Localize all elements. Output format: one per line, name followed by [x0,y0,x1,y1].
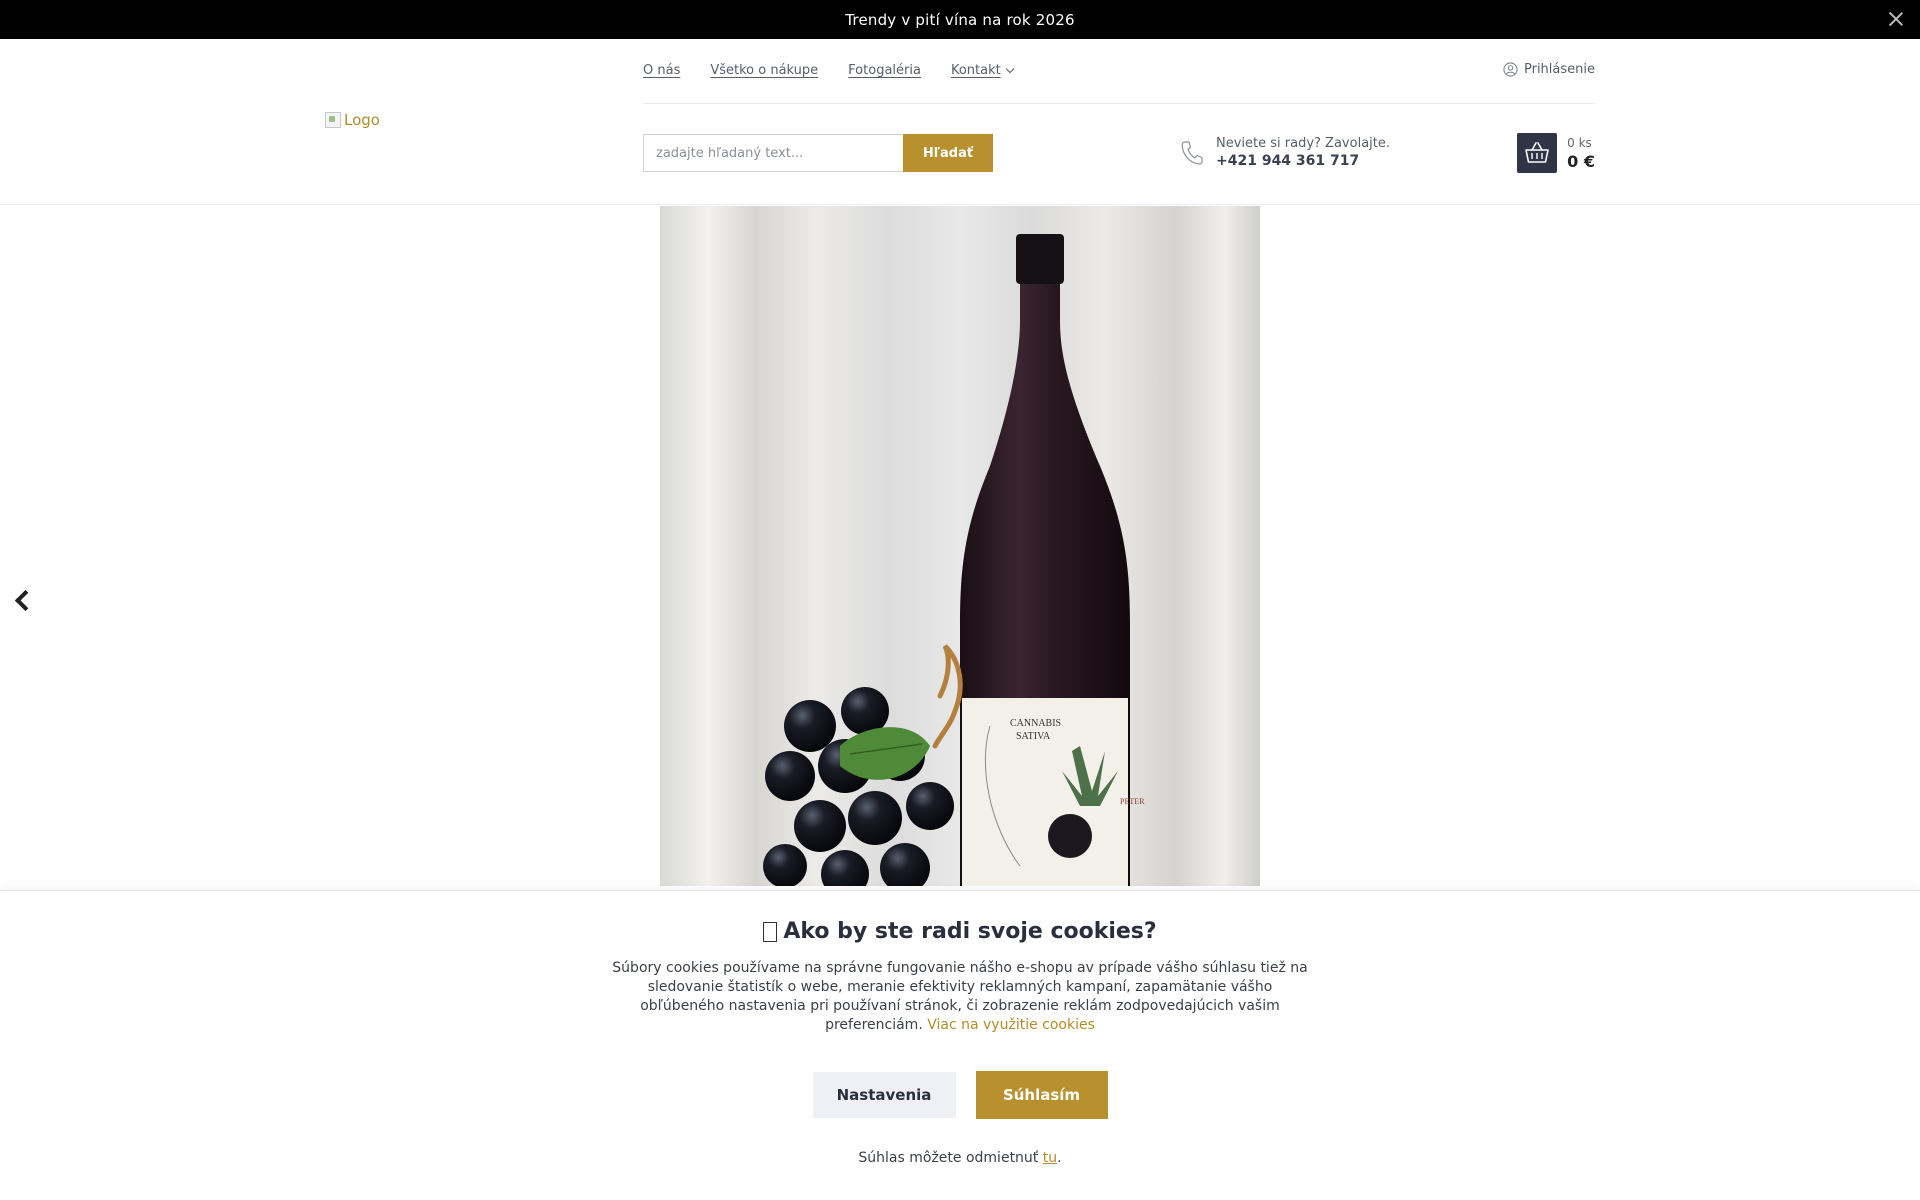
nav-label: O nás [643,63,681,78]
phone-prompt: Neviete si rady? Zavolajte. [1216,136,1390,151]
header-container: Logo O nás Všetko o nákupe Fotogaléria K… [325,39,1595,205]
cookie-icon [763,921,778,942]
header-bottom-border [0,204,1920,205]
nav-label: Fotogaléria [848,63,921,78]
cookie-buttons: Nastavenia Súhlasím [0,1071,1920,1119]
cookie-banner: Ako by ste radi svoje cookies? Súbory co… [0,890,1920,1200]
cookie-refuse-link[interactable]: tu [1043,1150,1057,1166]
header-divider [643,103,1595,104]
cookie-more-link[interactable]: Viac na využitie cookies [927,1017,1095,1033]
cart-summary: 0 ks 0 € [1567,136,1595,171]
cookie-title: Ako by ste radi svoje cookies? [0,919,1920,944]
phone-text: Neviete si rady? Zavolajte. +421 944 361… [1216,136,1390,169]
nav-item-o-nas[interactable]: O nás [643,63,680,78]
cookie-agree-button[interactable]: Súhlasím [975,1071,1108,1119]
phone-icon [1181,140,1203,165]
close-icon[interactable] [1886,9,1906,29]
logo[interactable]: Logo [325,111,380,129]
main-nav: O nás Všetko o nákupe Fotogaléria Kontak… [643,63,1014,78]
announcement-bar: Trendy v pití vína na rok 2026 [0,0,1920,39]
site-header: Logo O nás Všetko o nákupe Fotogaléria K… [0,39,1920,205]
cookie-refuse-suffix: . [1057,1150,1062,1166]
product-photo: CANNABIS SATIVA PETER [660,206,1260,886]
search-button[interactable]: Hľadať [903,134,993,172]
cookie-refuse: Súhlas môžete odmietnuť tu. [0,1150,1920,1166]
search-input[interactable] [643,134,903,172]
bottle-label-title: CANNABIS [1010,718,1061,729]
logo-alt-text: Logo [344,111,380,129]
svg-text:PETER: PETER [1120,797,1145,806]
login-link[interactable]: Prihlásenie [1503,62,1595,77]
cart-widget[interactable]: 0 ks 0 € [1517,133,1595,173]
login-label: Prihlásenie [1523,62,1595,77]
nav-item-kontakt[interactable]: Kontakt [950,63,1014,78]
cookie-title-text: Ako by ste radi svoje cookies? [783,919,1157,944]
cart-price: 0 € [1567,151,1595,171]
basket-icon [1525,142,1549,163]
broken-image-icon [325,112,341,128]
announcement-text[interactable]: Trendy v pití vína na rok 2026 [845,11,1074,29]
phone-contact: Neviete si rady? Zavolajte. +421 944 361… [1180,136,1390,169]
svg-text:SATIVA: SATIVA [1016,731,1051,742]
chevron-down-icon [1005,64,1014,74]
product-image: CANNABIS SATIVA PETER [660,206,1260,886]
cookie-settings-button[interactable]: Nastavenia [812,1072,956,1118]
nav-label: Všetko o nákupe [710,63,819,78]
cookie-refuse-text: Súhlas môžete odmietnuť [858,1150,1039,1166]
chevron-left-icon[interactable] [10,585,34,615]
nav-label: Kontakt [950,63,1001,78]
user-icon [1503,62,1518,77]
cart-count: 0 ks [1567,135,1592,150]
cart-button[interactable] [1517,133,1558,173]
nav-item-vsetko-o-nakupe[interactable]: Všetko o nákupe [710,63,818,78]
nav-item-fotogaleria[interactable]: Fotogaléria [848,63,921,78]
phone-number[interactable]: +421 944 361 717 [1216,153,1390,169]
cookie-description: Súbory cookies používame na správne fung… [610,959,1310,1035]
search-form: Hľadať [643,134,993,172]
